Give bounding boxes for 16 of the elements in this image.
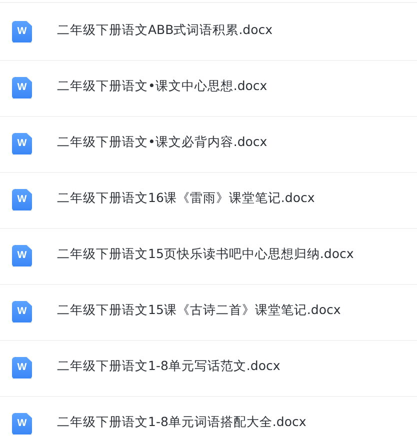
file-name[interactable]: 二年级下册语文•课文中心思想.docx — [57, 78, 268, 95]
word-document-icon: W — [12, 132, 32, 154]
word-document-icon: W — [12, 412, 32, 434]
file-name[interactable]: 二年级下册语文16课《雷雨》课堂笔记.docx — [57, 190, 315, 207]
file-name[interactable]: 二年级下册语文15课《古诗二首》课堂笔记.docx — [57, 302, 341, 319]
word-document-icon: W — [12, 20, 32, 42]
file-name[interactable]: 二年级下册语文1-8单元词语搭配大全.docx — [57, 414, 306, 431]
word-document-icon: W — [12, 244, 32, 266]
word-document-icon: W — [12, 356, 32, 378]
file-name[interactable]: 二年级下册语文ABB式词语积累.docx — [57, 22, 273, 39]
file-name[interactable]: 二年级下册语文1-8单元写话范文.docx — [57, 358, 280, 375]
word-document-icon: W — [12, 76, 32, 98]
file-name[interactable]: 二年级下册语文•课文必背内容.docx — [57, 134, 268, 151]
word-document-icon: W — [12, 300, 32, 322]
word-document-icon: W — [12, 188, 32, 210]
file-name[interactable]: 二年级下册语文15页快乐读书吧中心思想归纳.docx — [57, 246, 354, 263]
